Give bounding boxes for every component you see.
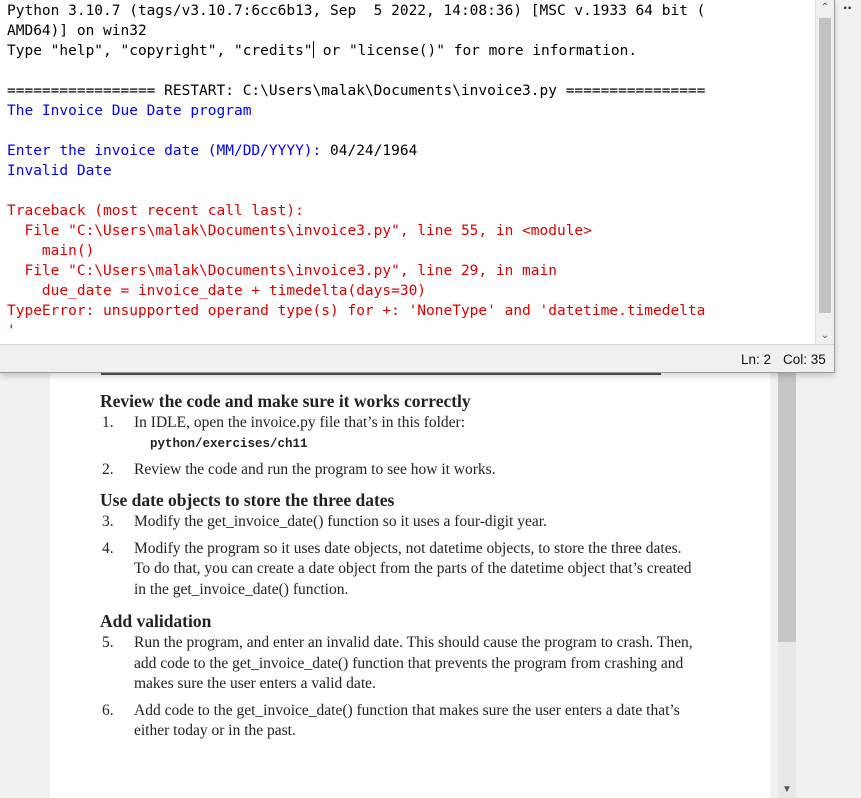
status-bar: Ln: 2 Col: 35 [0, 345, 834, 372]
item-number: 3. [102, 513, 114, 530]
section-heading: Review the code and make sure it works c… [100, 391, 471, 411]
line-number: Ln: 2 [741, 352, 772, 367]
item-text: Add code to the get_invoice_date() funct… [134, 701, 680, 740]
shell-text-segment: ================= RESTART: C:\Users\mala… [7, 83, 706, 99]
list-item: 1. In IDLE, open the invoice.py file tha… [100, 413, 700, 434]
idle-shell-window: Python 3.10.7 (tags/v3.10.7:6cc6b13, Sep… [0, 0, 835, 373]
scroll-down-arrow-icon[interactable]: ▼ [781, 784, 793, 796]
shell-text-segment: or "license()" for more information. [314, 43, 638, 59]
shell-line: File "C:\Users\malak\Documents\invoice3.… [7, 221, 810, 241]
shell-line: TypeError: unsupported operand type(s) f… [7, 301, 810, 321]
shell-line: Python 3.10.7 (tags/v3.10.7:6cc6b13, Sep… [7, 1, 810, 21]
folder-path: python/exercises/ch11 [150, 436, 308, 451]
shell-text-segment: Invalid Date [7, 163, 112, 179]
chevron-up-icon[interactable]: ⌃ [816, 0, 834, 16]
list-item: 3. Modify the get_invoice_date() functio… [100, 512, 700, 533]
column-number: Col: 35 [783, 352, 826, 367]
item-text: Run the program, and enter an invalid da… [134, 634, 693, 692]
shell-line: ' [7, 321, 810, 341]
item-number: 4. [102, 539, 114, 557]
section-3: Add validation 5. Run the program, and e… [100, 610, 700, 742]
section-heading: Add validation [100, 611, 212, 631]
shell-output[interactable]: Python 3.10.7 (tags/v3.10.7:6cc6b13, Sep… [7, 1, 810, 343]
item-text: In IDLE, open the invoice.py file that’s… [134, 414, 466, 431]
section-2: Use date objects to store the three date… [100, 489, 700, 600]
shell-line: main() [7, 241, 810, 261]
shell-text-segment: 04/24/1964 [330, 143, 418, 159]
list-item: 6. Add code to the get_invoice_date() fu… [100, 701, 700, 742]
shell-text-segment: due_date = invoice_date + timedelta(days… [7, 283, 427, 299]
shell-scroll-thumb[interactable] [819, 18, 831, 313]
list-item: 4. Modify the program so it uses date ob… [100, 539, 700, 601]
shell-text-segment: Python 3.10.7 (tags/v3.10.7:6cc6b13, Sep… [7, 3, 706, 19]
shell-text-segment: Type "help", "copyright", "credits" [7, 43, 313, 59]
document-scroll-thumb[interactable] [778, 372, 796, 642]
shell-text-segment: File "C:\Users\malak\Documents\invoice3.… [7, 263, 557, 279]
shell-line: File "C:\Users\malak\Documents\invoice3.… [7, 261, 810, 281]
shell-text-segment: ' [7, 323, 16, 339]
shell-line: Type "help", "copyright", "credits" or "… [7, 41, 810, 61]
shell-text-segment: Enter the invoice date (MM/DD/YYYY): [7, 143, 331, 159]
section-heading: Use date objects to store the three date… [100, 490, 395, 510]
item-number: 6. [102, 701, 114, 719]
document-scrollbar[interactable]: ▼ [778, 372, 796, 798]
item-text: Modify the get_invoice_date() function s… [134, 513, 547, 530]
shell-line: Traceback (most recent call last): [7, 201, 810, 221]
shell-line: The Invoice Due Date program [7, 101, 810, 121]
exercise-instructions: Review the code and make sure it works c… [100, 390, 700, 742]
shell-line: AMD64)] on win32 [7, 21, 810, 41]
shell-line: due_date = invoice_date + timedelta(days… [7, 281, 810, 301]
shell-text-segment: Traceback (most recent call last): [7, 203, 304, 219]
shell-scrollbar[interactable]: ⌃ ⌄ [815, 0, 834, 344]
shell-line: Invalid Date [7, 161, 810, 181]
section-1: Review the code and make sure it works c… [100, 390, 700, 480]
shell-text-segment: TypeError: unsupported operand type(s) f… [7, 303, 706, 319]
item-text: Review the code and run the program to s… [134, 460, 496, 478]
more-icon[interactable]: ·· [843, 0, 853, 18]
item-number: 5. [102, 634, 114, 651]
chevron-down-icon[interactable]: ⌄ [816, 328, 834, 344]
shell-text-segment: main() [7, 243, 95, 259]
list-item: 5. Run the program, and enter an invalid… [100, 633, 700, 695]
item-number: 1. [102, 414, 114, 431]
shell-text-segment: The Invoice Due Date program [7, 103, 252, 119]
item-text: Modify the program so it uses date objec… [134, 539, 692, 598]
shell-text-segment: AMD64)] on win32 [7, 23, 147, 39]
shell-line: Enter the invoice date (MM/DD/YYYY): 04/… [7, 141, 810, 161]
item-number: 2. [102, 460, 114, 478]
shell-line: ================= RESTART: C:\Users\mala… [7, 81, 810, 101]
list-item: 2. Review the code and run the program t… [100, 460, 700, 481]
shell-text-segment: File "C:\Users\malak\Documents\invoice3.… [7, 223, 592, 239]
